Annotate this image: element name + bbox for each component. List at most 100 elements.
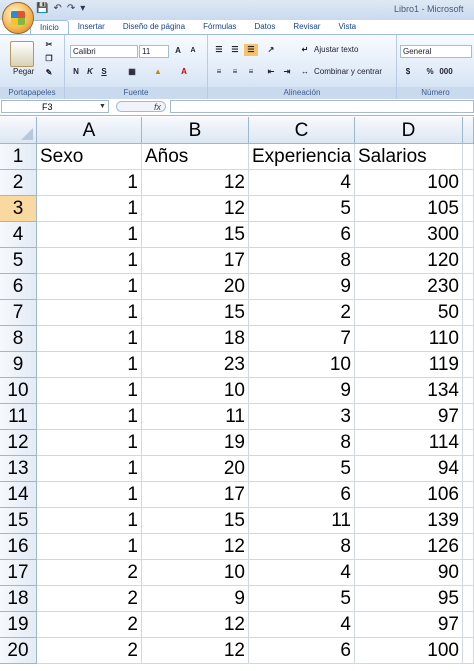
save-icon[interactable]: 💾	[36, 3, 48, 14]
cell-c3[interactable]: 5	[249, 196, 355, 222]
cell-b17[interactable]: 10	[142, 560, 249, 586]
row-header[interactable]: 6	[0, 274, 37, 300]
row-header[interactable]: 4	[0, 222, 37, 248]
copy-icon[interactable]: ❐	[42, 53, 56, 65]
insert-function-button[interactable]: fx	[116, 101, 166, 112]
tab-vista[interactable]: Vista	[329, 20, 365, 34]
cell-a6[interactable]: 1	[37, 274, 142, 300]
cell-e6[interactable]	[463, 274, 474, 300]
orientation-icon[interactable]: ↗	[264, 44, 278, 56]
tab-revisar[interactable]: Revisar	[284, 20, 329, 34]
cell-c14[interactable]: 6	[249, 482, 355, 508]
paste-icon[interactable]	[10, 41, 34, 67]
cell-e15[interactable]	[463, 508, 474, 534]
select-all-corner[interactable]	[0, 117, 37, 144]
cell-a3[interactable]: 1	[37, 196, 142, 222]
redo-icon[interactable]: ↷	[67, 3, 75, 14]
cell-a13[interactable]: 1	[37, 456, 142, 482]
increase-indent-icon[interactable]: ⇥	[280, 66, 294, 78]
comma-style-icon[interactable]: 000	[439, 66, 453, 78]
row-header[interactable]: 13	[0, 456, 37, 482]
cell-a16[interactable]: 1	[37, 534, 142, 560]
paste-label[interactable]: Pegar	[13, 67, 34, 76]
cell-e12[interactable]	[463, 430, 474, 456]
row-header[interactable]: 5	[0, 248, 37, 274]
name-box-dropdown-icon[interactable]: ▼	[99, 100, 106, 113]
row-header[interactable]: 18	[0, 586, 37, 612]
cell-d16[interactable]: 126	[355, 534, 463, 560]
shrink-font-icon[interactable]: A	[186, 45, 200, 57]
row-header[interactable]: 9	[0, 352, 37, 378]
row-header[interactable]: 15	[0, 508, 37, 534]
cell-e13[interactable]	[463, 456, 474, 482]
cell-e10[interactable]	[463, 378, 474, 404]
align-left-icon[interactable]: ≡	[212, 66, 226, 78]
tab-inicio[interactable]: Inicio	[30, 20, 69, 35]
cell-a11[interactable]: 1	[37, 404, 142, 430]
cell-c19[interactable]: 4	[249, 612, 355, 638]
cell-e19[interactable]	[463, 612, 474, 638]
row-header[interactable]: 8	[0, 326, 37, 352]
cell-e8[interactable]	[463, 326, 474, 352]
cell-e14[interactable]	[463, 482, 474, 508]
cell-e2[interactable]	[463, 170, 474, 196]
column-header-b[interactable]: B	[142, 117, 249, 144]
tab-insertar[interactable]: Insertar	[69, 20, 114, 34]
underline-icon[interactable]: S	[97, 66, 111, 78]
cell-e11[interactable]	[463, 404, 474, 430]
cell-b20[interactable]: 12	[142, 638, 249, 664]
cell-b12[interactable]: 19	[142, 430, 249, 456]
cell-d6[interactable]: 230	[355, 274, 463, 300]
align-bottom-icon[interactable]: ☰	[244, 44, 258, 56]
cell-d14[interactable]: 106	[355, 482, 463, 508]
cell-c5[interactable]: 8	[249, 248, 355, 274]
cell-e4[interactable]	[463, 222, 474, 248]
font-size-select[interactable]: 11	[139, 45, 169, 58]
cell-e18[interactable]	[463, 586, 474, 612]
align-right-icon[interactable]: ≡	[244, 66, 258, 78]
cell-a20[interactable]: 2	[37, 638, 142, 664]
cell-a18[interactable]: 2	[37, 586, 142, 612]
cell-c1[interactable]: Experiencia	[249, 144, 355, 170]
cell-a8[interactable]: 1	[37, 326, 142, 352]
cell-c12[interactable]: 8	[249, 430, 355, 456]
number-format-select[interactable]: General	[400, 45, 472, 58]
format-painter-icon[interactable]: ✎	[42, 67, 56, 79]
cell-a10[interactable]: 1	[37, 378, 142, 404]
align-center-icon[interactable]: ≡	[228, 66, 242, 78]
cell-d13[interactable]: 94	[355, 456, 463, 482]
currency-icon[interactable]: $	[401, 66, 415, 78]
cell-c13[interactable]: 5	[249, 456, 355, 482]
cell-d4[interactable]: 300	[355, 222, 463, 248]
cell-a15[interactable]: 1	[37, 508, 142, 534]
cell-a17[interactable]: 2	[37, 560, 142, 586]
tab-diseno-pagina[interactable]: Diseño de página	[114, 20, 194, 34]
row-header[interactable]: 3	[0, 196, 37, 222]
row-header[interactable]: 10	[0, 378, 37, 404]
cell-a4[interactable]: 1	[37, 222, 142, 248]
row-header[interactable]: 14	[0, 482, 37, 508]
cell-d1[interactable]: Salarios	[355, 144, 463, 170]
cell-c15[interactable]: 11	[249, 508, 355, 534]
cell-b10[interactable]: 10	[142, 378, 249, 404]
office-button[interactable]	[2, 2, 34, 34]
cell-c20[interactable]: 6	[249, 638, 355, 664]
cell-d5[interactable]: 120	[355, 248, 463, 274]
cell-a9[interactable]: 1	[37, 352, 142, 378]
cell-d17[interactable]: 90	[355, 560, 463, 586]
cell-e9[interactable]	[463, 352, 474, 378]
align-top-icon[interactable]: ☰	[212, 44, 226, 56]
cell-b6[interactable]: 20	[142, 274, 249, 300]
cell-e7[interactable]	[463, 300, 474, 326]
cell-c4[interactable]: 6	[249, 222, 355, 248]
cell-b13[interactable]: 20	[142, 456, 249, 482]
cell-a5[interactable]: 1	[37, 248, 142, 274]
cell-b19[interactable]: 12	[142, 612, 249, 638]
row-header[interactable]: 19	[0, 612, 37, 638]
cell-a19[interactable]: 2	[37, 612, 142, 638]
cell-d18[interactable]: 95	[355, 586, 463, 612]
cell-a7[interactable]: 1	[37, 300, 142, 326]
cell-c18[interactable]: 5	[249, 586, 355, 612]
cell-b14[interactable]: 17	[142, 482, 249, 508]
cell-b7[interactable]: 15	[142, 300, 249, 326]
